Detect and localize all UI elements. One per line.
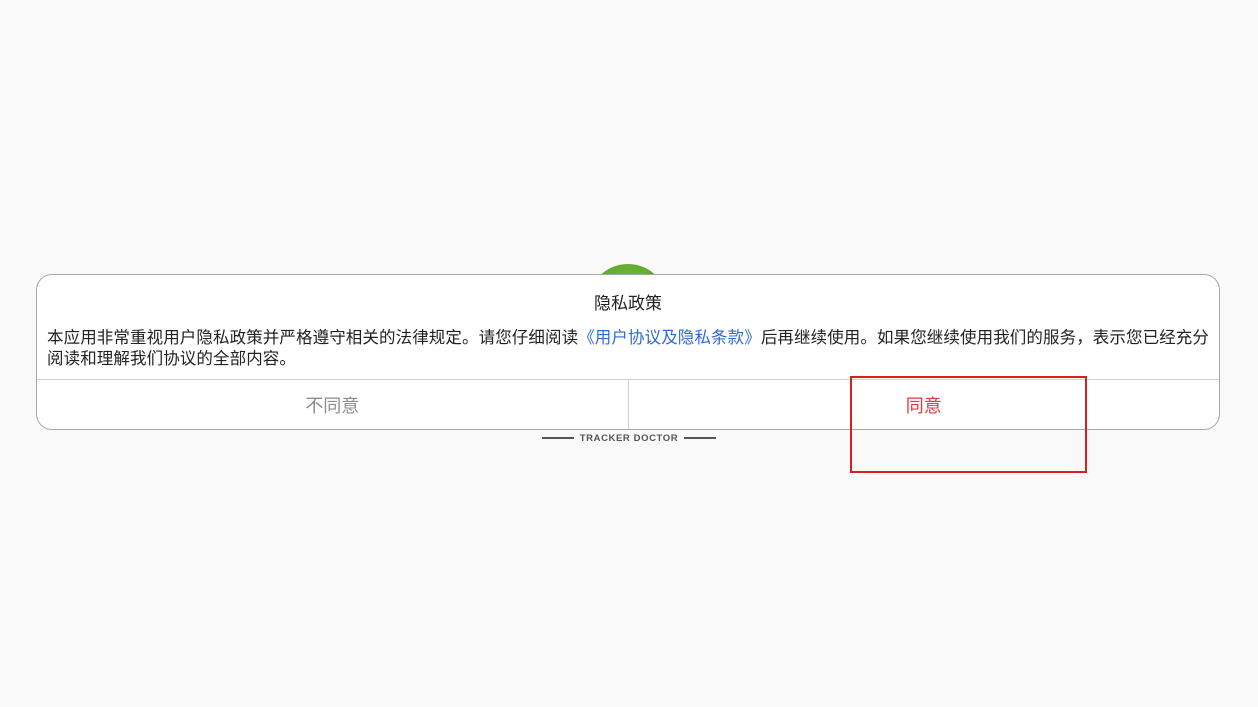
- dialog-body: 本应用非常重视用户隐私政策并严格遵守相关的法律规定。请您仔细阅读《用户协议及隐私…: [47, 327, 1209, 369]
- brand-rule-right: [684, 437, 717, 439]
- dialog-title: 隐私政策: [594, 294, 662, 314]
- disagree-button[interactable]: 不同意: [37, 380, 629, 429]
- dialog-body-prefix: 本应用非常重视用户隐私政策并严格遵守相关的法律规定。请您仔细阅读: [47, 328, 579, 347]
- splash-screen: TRACKER DOCTOR 隐私政策 本应用非常重视用户隐私政策并严格遵守相关…: [0, 0, 1258, 707]
- brand-name: TRACKER DOCTOR: [579, 432, 679, 444]
- dialog-button-row: 不同意 同意: [37, 379, 1219, 429]
- agree-button[interactable]: 同意: [629, 380, 1220, 429]
- brand-rule-left: [541, 437, 574, 439]
- privacy-policy-dialog: 隐私政策 本应用非常重视用户隐私政策并严格遵守相关的法律规定。请您仔细阅读《用户…: [36, 274, 1220, 430]
- user-agreement-link[interactable]: 《用户协议及隐私条款》: [578, 328, 761, 347]
- brand-tagline: TRACKER DOCTOR: [530, 431, 728, 445]
